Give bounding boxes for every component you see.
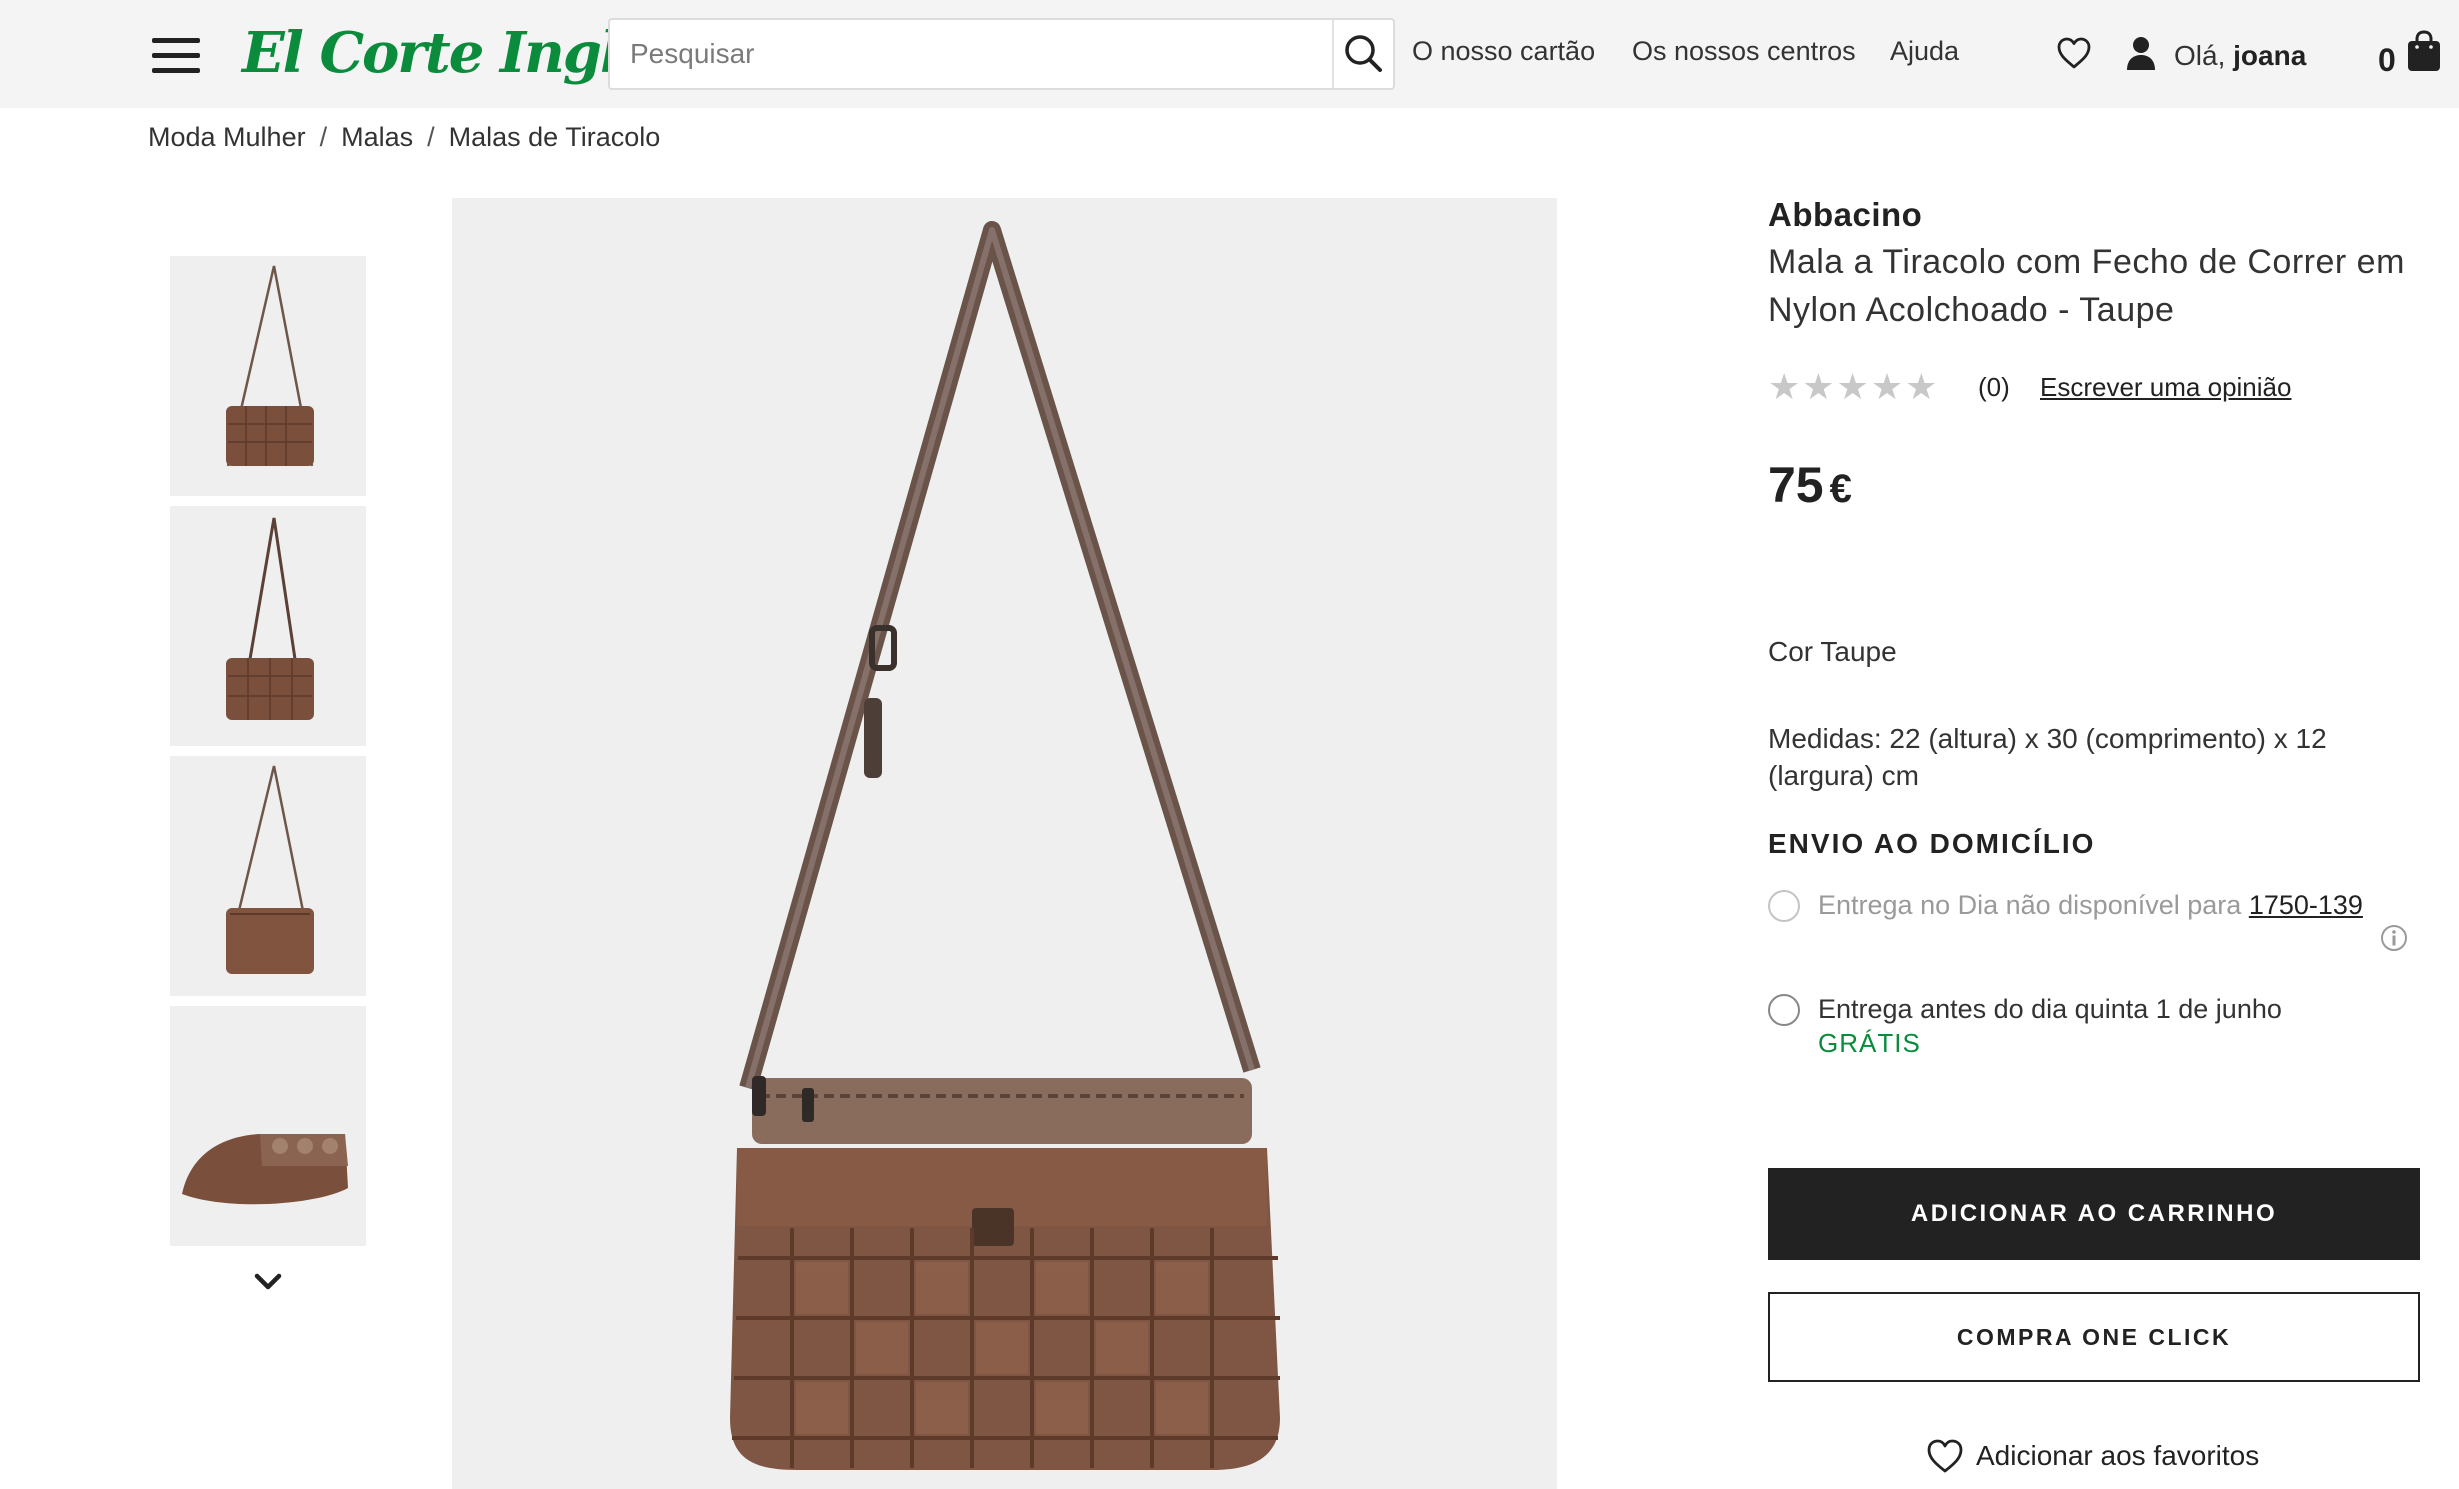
search-divider	[1332, 20, 1334, 88]
user-icon[interactable]	[2126, 36, 2156, 70]
same-day-text: Entrega no Dia não disponível para	[1818, 890, 2242, 920]
breadcrumb-item[interactable]: Malas	[341, 122, 413, 152]
menu-icon[interactable]	[152, 38, 200, 74]
site-header: El Corte Inglés O nosso cartão Os nossos…	[0, 0, 2459, 108]
breadcrumb-separator: /	[427, 122, 435, 152]
shipping-option-same-day-label: Entrega no Dia não disponível para 1750-…	[1818, 890, 2363, 921]
thumbnail-bottom[interactable]	[170, 1006, 366, 1246]
info-icon[interactable]	[2380, 924, 2408, 952]
product-title: Mala a Tiracolo com Fecho de Correr em N…	[1768, 243, 2405, 329]
nav-link-centers[interactable]: Os nossos centros	[1632, 36, 1856, 67]
postcode-link[interactable]: 1750-139	[2249, 890, 2363, 920]
product-color: Cor Taupe	[1768, 636, 1897, 667]
price-value: 75	[1768, 457, 1824, 513]
product-main-image[interactable]	[452, 198, 1557, 1489]
search-icon[interactable]	[1338, 28, 1390, 80]
write-review-link[interactable]: Escrever uma opinião	[2040, 372, 2291, 403]
breadcrumb: Moda Mulher / Malas / Malas de Tiracolo	[148, 122, 660, 153]
breadcrumb-item[interactable]: Moda Mulher	[148, 122, 306, 152]
product-price: 75 €	[1768, 456, 1852, 514]
product-brand[interactable]: Abbacino	[1768, 196, 1922, 234]
shopping-bag-icon[interactable]	[2406, 30, 2442, 72]
rating-stars: ★★★★★	[1768, 366, 1940, 407]
user-greeting[interactable]: Olá, joana	[2174, 40, 2306, 72]
nav-link-card[interactable]: O nosso cartão	[1412, 36, 1595, 67]
add-to-favorites-label: Adicionar aos favoritos	[1976, 1440, 2260, 1471]
product-measures: Medidas: 22 (altura) x 30 (comprimento) …	[1768, 723, 2327, 791]
search-bar	[608, 18, 1395, 90]
one-click-buy-button[interactable]: COMPRA ONE CLICK	[1768, 1292, 2420, 1382]
shipping-option-standard-label: Entrega antes do dia quinta 1 de junho	[1818, 994, 2282, 1024]
breadcrumb-item[interactable]: Malas de Tiracolo	[449, 122, 661, 152]
greeting-prefix: Olá,	[2174, 40, 2226, 71]
thumbnail-front[interactable]	[170, 256, 366, 496]
shipping-free-label: GRÁTIS	[1818, 1028, 1921, 1058]
price-currency: €	[1829, 467, 1852, 511]
rating-count: (0)	[1978, 372, 2010, 402]
nav-link-help[interactable]: Ajuda	[1890, 36, 1959, 67]
chevron-down-icon[interactable]	[252, 1270, 284, 1294]
heart-icon[interactable]	[2056, 36, 2092, 70]
add-to-cart-button[interactable]: ADICIONAR AO CARRINHO	[1768, 1168, 2420, 1260]
thumbnail-side[interactable]	[170, 506, 366, 746]
heart-outline-icon	[1927, 1439, 1963, 1473]
thumbnail-back[interactable]	[170, 756, 366, 996]
breadcrumb-separator: /	[319, 122, 328, 152]
shipping-option-same-day-radio[interactable]	[1768, 890, 1800, 922]
search-input[interactable]	[630, 30, 1330, 78]
shipping-title: ENVIO AO DOMICÍLIO	[1768, 828, 2096, 859]
shipping-option-standard-radio[interactable]	[1768, 994, 1800, 1026]
user-name: joana	[2233, 40, 2307, 71]
cart-count[interactable]: 0	[2378, 42, 2396, 79]
